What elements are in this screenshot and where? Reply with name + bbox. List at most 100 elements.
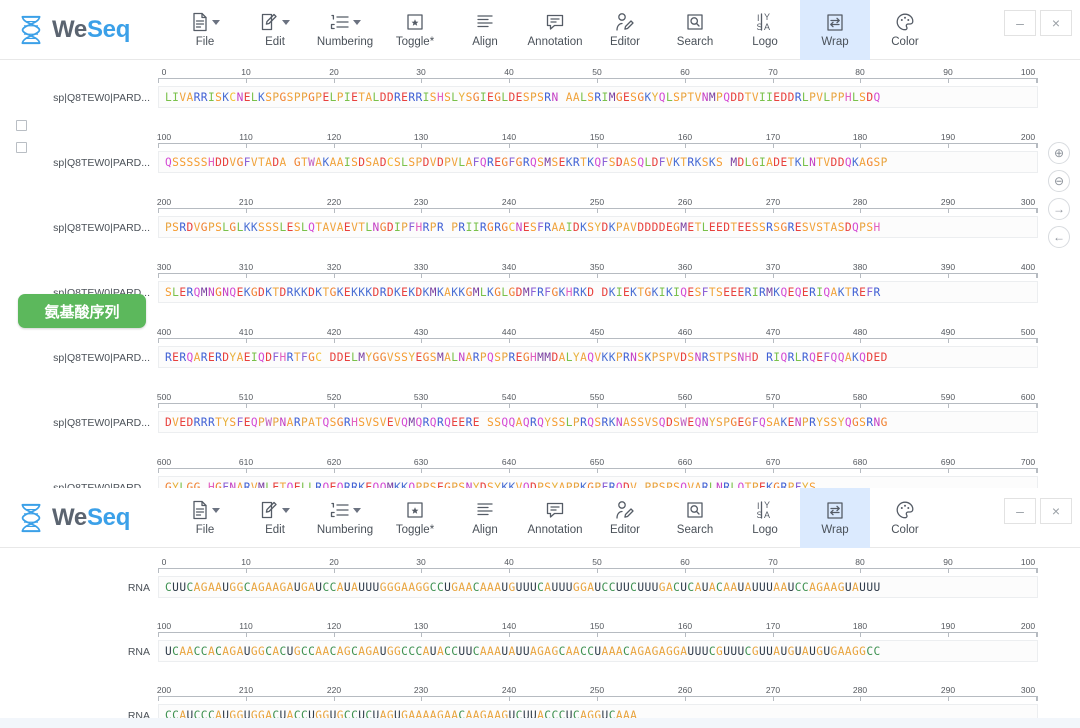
ruler-label: 200: [156, 197, 172, 207]
protein-tool-align[interactable]: Align: [450, 0, 520, 60]
sequence-residues: LIVARRISKCNELKSPGSPPGPELPIETALDDRERRISHS…: [165, 90, 881, 104]
close-button[interactable]: ×: [1040, 10, 1072, 36]
ruler-label: 80: [855, 557, 865, 567]
protein-tool-annotation[interactable]: Annotation: [520, 0, 590, 60]
ruler-tick: [860, 468, 861, 473]
sequence-row[interactable]: PSRDVGPSLGLKKSSSLESLQTAVAEVTLNGDIPFHRPR …: [158, 216, 1038, 238]
file-document-icon: [191, 499, 220, 521]
tool-label: Numbering: [316, 36, 374, 48]
select-checkbox[interactable]: [16, 120, 27, 131]
ruler-tick: [597, 78, 598, 83]
protein-tool-search[interactable]: Search: [660, 0, 730, 60]
ruler-label: 560: [677, 392, 693, 402]
rna-tool-numbering[interactable]: Numbering: [310, 488, 380, 548]
ruler-tick: [158, 143, 159, 148]
select-checkbox[interactable]: [16, 142, 27, 153]
ruler-label: 210: [238, 685, 254, 695]
ruler-tick: [860, 568, 861, 573]
ruler-label: 280: [852, 685, 868, 695]
ruler-label: 530: [413, 392, 429, 402]
rna-tool-wrap[interactable]: Wrap: [800, 487, 870, 548]
ruler-label: 40: [504, 67, 514, 77]
comment-bubble-icon: [545, 11, 565, 33]
magnifier-box-icon: [686, 499, 704, 521]
ruler-tick: [948, 208, 949, 213]
ruler-label: 280: [852, 197, 868, 207]
protein-tool-wrap[interactable]: Wrap: [800, 0, 870, 60]
protein-side-controls: ⊕ ⊖ → ←: [1048, 142, 1070, 248]
rna-tool-file[interactable]: File: [170, 488, 240, 548]
protein-tool-numbering[interactable]: Numbering: [310, 0, 380, 60]
ruler-tick: [597, 696, 598, 701]
sequence-row[interactable]: CUUCAGAAUGGCAGAAGAUGAUCCAUAUUUGGGAAGGCCU…: [158, 576, 1038, 598]
minimize-button[interactable]: –: [1004, 498, 1036, 524]
arrow-left-circle-icon[interactable]: ←: [1048, 226, 1070, 248]
ruler-label: 520: [326, 392, 342, 402]
dna-helix-icon: [21, 503, 41, 532]
ruler-label: 410: [238, 327, 254, 337]
rna-tool-toggle[interactable]: Toggle*: [380, 488, 450, 548]
sequence-row[interactable]: UCAACCACAGAUGGCACUGCCAACAGCAGAUGGCCCAUAC…: [158, 640, 1038, 662]
ruler-tick: [773, 273, 774, 278]
sequence-residues: SLERQMNGNQEKGDKTDRKKDKTGKEKKKDRDKEKDKMKA…: [165, 285, 881, 299]
close-button[interactable]: ×: [1040, 498, 1072, 524]
ruler-tick: [421, 143, 422, 148]
chevron-down-icon: [211, 507, 220, 513]
zoom-out-icon[interactable]: ⊖: [1048, 170, 1070, 192]
ruler-label: 260: [677, 685, 693, 695]
sequence-row[interactable]: QSSSSSHDDVGFVTADA GTWAKAAISDSADCSLSPDVDP…: [158, 151, 1038, 173]
protein-tool-logo[interactable]: I Y S A Logo: [730, 0, 800, 60]
sequence-residues: RERQARERDYAEIQDFHRTFGC DDELMYGGVSSYEGSMA…: [165, 350, 888, 364]
ruler-label: 200: [1020, 132, 1036, 142]
sequence-row[interactable]: SLERQMNGNQEKGDKTDRKKDKTGKEKKKDRDKEKDKMKA…: [158, 281, 1038, 303]
ruler-tick: [860, 143, 861, 148]
zoom-in-icon[interactable]: ⊕: [1048, 142, 1070, 164]
sequence-row[interactable]: DVEDRRRTYSFEQPWPNARPATQSGRHSVSVEVQMQRQRQ…: [158, 411, 1038, 433]
dna-helix-icon: [21, 15, 41, 44]
ruler-label: 250: [589, 197, 605, 207]
sequence-row[interactable]: RERQARERDYAEIQDFHRTFGC DDELMYGGVSSYEGSMA…: [158, 346, 1038, 368]
sequence-row[interactable]: LIVARRISKCNELKSPGSPPGPELPIETALDDRERRISHS…: [158, 86, 1038, 108]
ruler-tick: [860, 338, 861, 343]
svg-text:A: A: [764, 510, 770, 520]
arrow-right-circle-icon[interactable]: →: [1048, 198, 1070, 220]
ruler-tick: [421, 208, 422, 213]
ruler-line: [158, 78, 1038, 83]
minimize-button[interactable]: –: [1004, 10, 1036, 36]
ruler-tick: [1036, 78, 1037, 83]
tool-label: Search: [676, 36, 714, 48]
ruler-tick: [334, 468, 335, 473]
protein-tool-edit[interactable]: Edit: [240, 0, 310, 60]
protein-tool-color[interactable]: Color: [870, 0, 940, 60]
ruler-label: 30: [416, 67, 426, 77]
rna-tool-edit[interactable]: Edit: [240, 488, 310, 548]
ruler-label: 600: [1020, 392, 1036, 402]
ruler-tick: [860, 632, 861, 637]
rna-tool-editor[interactable]: Editor: [590, 488, 660, 548]
rna-tool-search[interactable]: Search: [660, 488, 730, 548]
rna-tool-align[interactable]: Align: [450, 488, 520, 548]
protein-tool-file[interactable]: File: [170, 0, 240, 60]
ruler-label: 360: [677, 262, 693, 272]
ruler-label: 160: [677, 132, 693, 142]
ruler-label: 290: [940, 197, 956, 207]
ruler-tick: [246, 338, 247, 343]
brand-title: WeSeq: [52, 16, 130, 44]
rna-tool-color[interactable]: Color: [870, 488, 940, 548]
ruler-label: 100: [156, 132, 172, 142]
ruler-label: 480: [852, 327, 868, 337]
ruler-label: 0: [161, 67, 167, 77]
protein-tool-toggle[interactable]: Toggle*: [380, 0, 450, 60]
ruler-tick: [421, 696, 422, 701]
protein-tool-editor[interactable]: Editor: [590, 0, 660, 60]
rna-tool-annotation[interactable]: Annotation: [520, 488, 590, 548]
tool-label: Align: [472, 524, 498, 536]
ruler-tick: [597, 208, 598, 213]
ruler-tick: [246, 78, 247, 83]
ruler-label: 120: [326, 621, 342, 631]
magnifier-box-icon: [686, 11, 704, 33]
ruler-tick: [948, 632, 949, 637]
ruler-label: 550: [589, 392, 605, 402]
ruler-tick: [158, 208, 159, 213]
rna-tool-logo[interactable]: I Y S A Logo: [730, 488, 800, 548]
